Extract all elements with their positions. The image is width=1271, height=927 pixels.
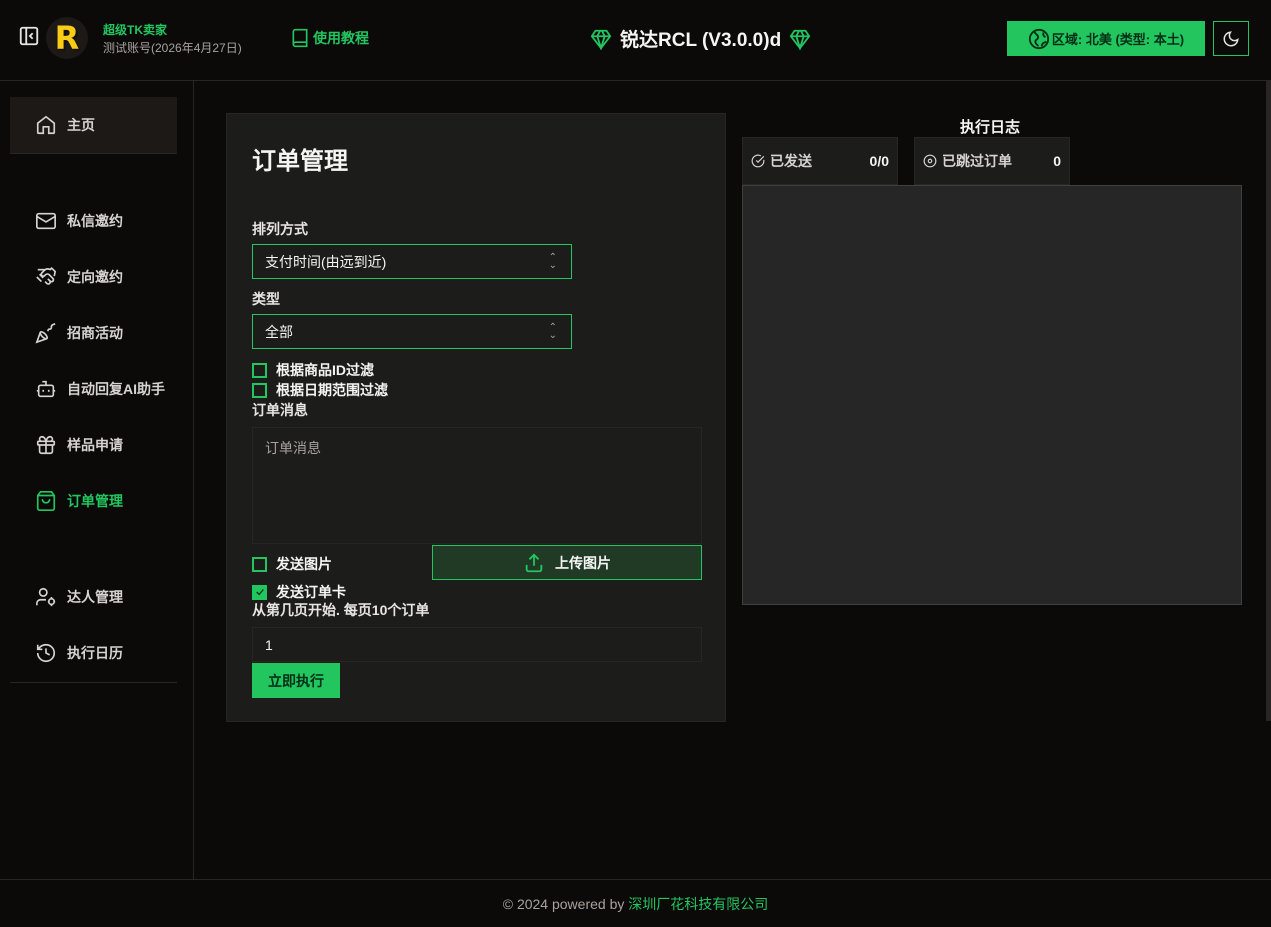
sidebar-item-home[interactable]: 主页 <box>10 97 177 154</box>
log-output[interactable] <box>742 185 1242 605</box>
order-message-textarea[interactable]: 订单消息 <box>252 427 702 544</box>
type-select-value: 全部 <box>265 323 293 340</box>
upload-image-label: 上传图片 <box>555 554 611 571</box>
skipped-value: 0 <box>1053 153 1061 169</box>
sidebar-item-order-management[interactable]: 订单管理 <box>10 481 177 521</box>
send-order-card-label: 发送订单卡 <box>276 584 346 600</box>
filter-date-range-label: 根据日期范围过滤 <box>276 382 388 398</box>
sidebar-toggle-icon[interactable] <box>18 25 40 47</box>
mail-icon <box>36 212 56 230</box>
start-page-label: 从第几页开始. 每页10个订单 <box>252 602 430 618</box>
gem-icon <box>789 29 811 50</box>
top-header: R 超级TK卖家 测试账号(2026年4月27日) 使用教程 锐达RCL (V3… <box>0 0 1271 81</box>
user-cog-icon <box>36 587 56 607</box>
main-scrollbar[interactable] <box>1266 81 1271 721</box>
order-message-label: 订单消息 <box>252 402 308 418</box>
sidebar-item-targeted-invite[interactable]: 定向邀约 <box>10 257 177 297</box>
filter-product-id-checkbox[interactable] <box>252 362 267 378</box>
history-icon <box>36 643 56 663</box>
moon-icon <box>1223 30 1239 46</box>
app-title-text: 锐达RCL (V3.0.0)d <box>620 30 782 51</box>
chevron-up-down-icon: ⌃ ⌄ <box>548 322 557 341</box>
sidebar-item-label: 定向邀约 <box>67 269 123 285</box>
send-image-checkbox[interactable] <box>252 556 267 572</box>
check-circle-icon <box>751 154 765 168</box>
page-title: 订单管理 <box>252 148 348 175</box>
app-logo: R <box>46 17 88 59</box>
upload-icon <box>525 552 543 572</box>
sidebar-item-creator-management[interactable]: 达人管理 <box>10 577 177 617</box>
log-title: 执行日志 <box>960 119 1021 136</box>
sent-value: 0/0 <box>869 153 889 169</box>
tutorial-link[interactable]: 使用教程 <box>290 27 369 49</box>
filter-date-range-checkbox[interactable] <box>252 382 267 398</box>
sidebar-item-label: 订单管理 <box>67 493 123 509</box>
sidebar: 主页 私信邀约 定向邀约 招商活动 自动回复AI助手 样品申请 订单管理 达人管… <box>0 81 194 879</box>
globe-icon <box>1028 28 1050 49</box>
theme-toggle-button[interactable] <box>1213 21 1249 56</box>
type-select[interactable]: 全部 ⌃ ⌄ <box>252 314 572 349</box>
region-button[interactable]: 区域: 北美 (类型: 本土) <box>1007 21 1205 56</box>
region-label: 区域: 北美 (类型: 本土) <box>1051 32 1185 47</box>
send-image-label: 发送图片 <box>276 556 332 572</box>
tutorial-label: 使用教程 <box>313 30 369 46</box>
sidebar-item-campaign[interactable]: 招商活动 <box>10 313 177 353</box>
gift-icon <box>36 435 56 455</box>
sidebar-divider <box>10 682 177 683</box>
send-order-card-row[interactable]: 发送订单卡 <box>252 582 346 602</box>
sidebar-item-label: 招商活动 <box>67 325 123 341</box>
send-image-row[interactable]: 发送图片 <box>252 554 332 574</box>
footer-prefix: © 2024 powered by <box>502 895 629 912</box>
sidebar-item-private-message[interactable]: 私信邀约 <box>10 201 177 241</box>
sidebar-item-label: 主页 <box>67 117 95 133</box>
run-now-button[interactable]: 立即执行 <box>252 663 340 698</box>
start-page-input[interactable]: 1 <box>252 627 702 662</box>
filter-date-range-row[interactable]: 根据日期范围过滤 <box>252 380 388 400</box>
chevron-up-down-icon: ⌃ ⌄ <box>548 252 557 271</box>
sidebar-item-ai-assistant[interactable]: 自动回复AI助手 <box>10 369 177 409</box>
sidebar-item-label: 执行日历 <box>67 645 123 661</box>
shopping-bag-icon <box>36 491 56 511</box>
logo-letter: R <box>54 19 80 57</box>
sidebar-item-label: 自动回复AI助手 <box>67 381 165 397</box>
filter-product-id-label: 根据商品ID过滤 <box>276 362 374 378</box>
sidebar-item-sample-request[interactable]: 样品申请 <box>10 425 177 465</box>
upload-image-button[interactable]: 上传图片 <box>432 545 702 580</box>
home-icon <box>36 115 56 135</box>
sidebar-item-label: 私信邀约 <box>67 213 123 229</box>
bot-icon <box>36 380 56 398</box>
order-management-panel: 订单管理 排列方式 支付时间(由远到近) ⌃ ⌄ 类型 全部 ⌃ ⌄ 根据商品ID过… <box>226 113 726 722</box>
sidebar-item-label: 样品申请 <box>67 437 123 453</box>
skipped-stat: 已跳过订单 0 <box>914 137 1070 185</box>
sort-select-value: 支付时间(由远到近) <box>265 253 387 270</box>
gem-icon <box>590 29 612 50</box>
filter-product-id-row[interactable]: 根据商品ID过滤 <box>252 360 374 380</box>
x-circle-icon <box>923 154 937 168</box>
sidebar-item-label: 达人管理 <box>67 589 123 605</box>
sent-label: 已发送 <box>770 153 812 169</box>
handshake-icon <box>36 266 57 285</box>
check-icon <box>255 589 264 596</box>
skipped-label: 已跳过订单 <box>942 153 1012 169</box>
sent-stat: 已发送 0/0 <box>742 137 898 185</box>
sort-select[interactable]: 支付时间(由远到近) ⌃ ⌄ <box>252 244 572 279</box>
type-label: 类型 <box>252 291 280 307</box>
footer: © 2024 powered by 深圳厂花科技有限公司 <box>0 879 1271 927</box>
app-title: 锐达RCL (V3.0.0)d <box>590 25 811 52</box>
brand-name: 超级TK卖家 <box>103 23 167 37</box>
account-info: 测试账号(2026年4月27日) <box>103 41 242 55</box>
book-icon <box>292 28 308 48</box>
sidebar-item-execution-calendar[interactable]: 执行日历 <box>10 633 177 673</box>
party-popper-icon <box>35 323 56 344</box>
sort-label: 排列方式 <box>252 221 308 237</box>
send-order-card-checkbox[interactable] <box>252 584 267 600</box>
company-link[interactable]: 深圳厂花科技有限公司 <box>628 894 768 914</box>
